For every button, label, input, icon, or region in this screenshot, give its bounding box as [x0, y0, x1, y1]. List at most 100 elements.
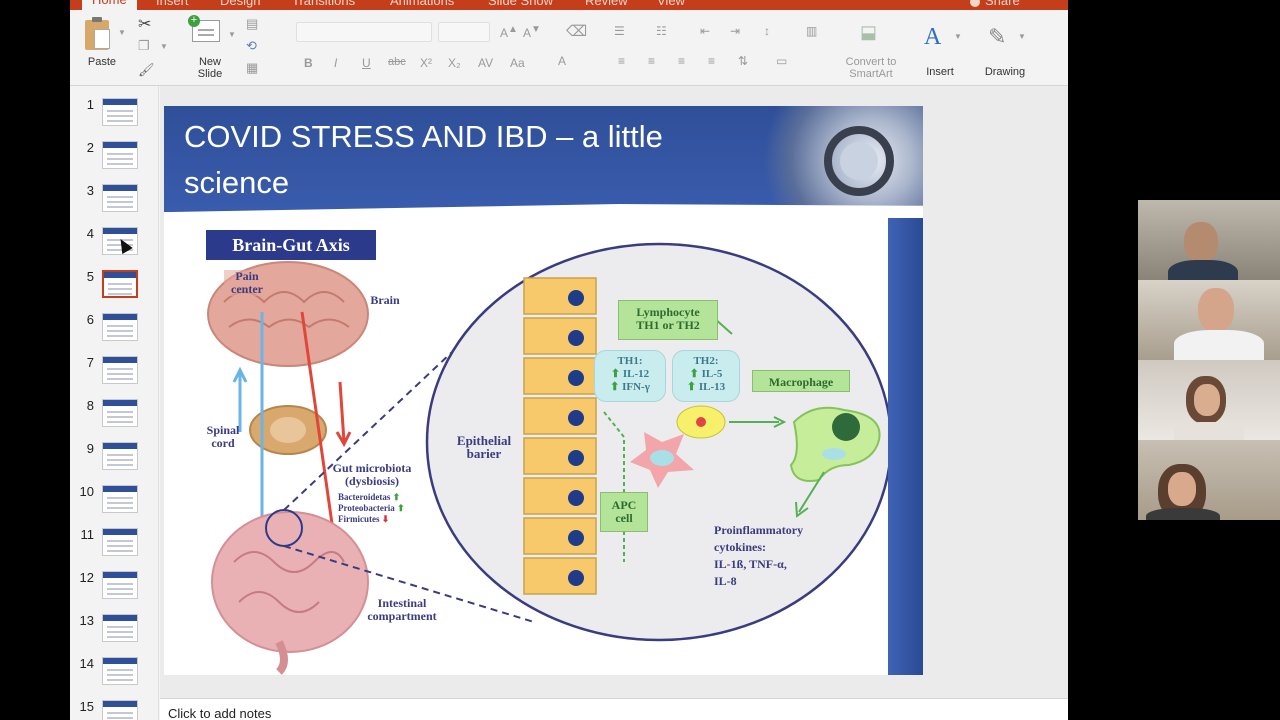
tab-home[interactable]: Home — [82, 0, 137, 10]
superscript-icon[interactable]: X² — [420, 56, 432, 70]
slide-number: 9 — [86, 441, 94, 456]
cut-icon[interactable]: ✂ — [138, 14, 151, 34]
participant-video-4[interactable] — [1138, 440, 1280, 520]
slide-thumbnail-13[interactable] — [102, 614, 138, 642]
new-slide-button[interactable]: + New Slide — [188, 15, 232, 82]
align-center-icon[interactable]: ≡ — [648, 54, 655, 68]
align-right-icon[interactable]: ≡ — [678, 54, 685, 68]
notes-pane[interactable]: Click to add notes — [160, 698, 1068, 720]
text-direction-icon[interactable]: ⇅ — [738, 54, 748, 68]
char-spacing-icon[interactable]: AV — [478, 56, 493, 70]
strikethrough-icon[interactable]: abc — [388, 56, 406, 68]
reset-icon[interactable]: ⟲ — [246, 38, 257, 54]
bold-icon[interactable]: B — [304, 56, 313, 70]
line-spacing-icon[interactable]: ↕ — [764, 24, 770, 38]
columns-icon[interactable]: ▥ — [806, 24, 817, 38]
cell-nucleus — [568, 450, 584, 466]
font-name-dropdown[interactable] — [296, 22, 432, 42]
descending-arrow — [335, 381, 352, 448]
tab-design[interactable]: Design — [220, 0, 260, 8]
bullets-icon[interactable]: ☰ — [614, 24, 625, 38]
underline-icon[interactable]: U — [362, 56, 371, 70]
epithelial-cell — [523, 517, 597, 555]
chevron-down-icon: ▼ — [228, 30, 236, 39]
change-case-icon[interactable]: Aa — [510, 56, 525, 70]
intestinal-compartment-label: Intestinal compartment — [367, 596, 437, 623]
slide-thumbnail-14[interactable] — [102, 657, 138, 685]
slide-thumbnail-9[interactable] — [102, 442, 138, 470]
copy-icon[interactable]: ❐ — [138, 38, 150, 54]
epithelial-cell — [523, 437, 597, 475]
slide-number: 15 — [79, 699, 94, 714]
increase-indent-icon[interactable]: ⇥ — [730, 24, 740, 38]
proinflammatory-label: Proinflammatory cytokines: IL-1ß, TNF-α,… — [714, 523, 804, 588]
slide-title: COVID STRESS AND IBD – a little science — [184, 119, 663, 200]
epithelial-cell — [523, 397, 597, 435]
new-slide-icon: + — [188, 15, 220, 42]
epithelial-cell — [523, 277, 597, 315]
slide-thumbnail-15[interactable] — [102, 700, 138, 720]
decrease-indent-icon[interactable]: ⇤ — [700, 24, 710, 38]
slide-thumbnail-3[interactable] — [102, 184, 138, 212]
th1-box: TH1: ⬆ IL-12 ⬆ IFN-γ — [594, 350, 666, 402]
increase-font-icon[interactable]: A▲ — [500, 24, 518, 40]
gut-microbiota-label: Gut microbiota (dysbiosis) — [332, 461, 412, 488]
slide-number: 14 — [79, 656, 94, 671]
slide-thumbnail-1[interactable] — [102, 98, 138, 126]
font-size-dropdown[interactable] — [438, 22, 490, 42]
tab-animations[interactable]: Animations — [390, 0, 454, 8]
tab-review[interactable]: Review — [585, 0, 628, 8]
cell-nucleus — [568, 530, 584, 546]
tab-slide-show[interactable]: Slide Show — [488, 0, 553, 8]
slide-number: 13 — [79, 613, 94, 628]
section-icon[interactable]: ▦ — [246, 60, 258, 76]
drawing-icon: ✎ — [988, 24, 1007, 49]
slide-thumbnail-panel: 1 2 3 4 5 6 7 8 9 10 11 12 13 14 15 — [70, 86, 159, 720]
layout-icon[interactable]: ▤ — [246, 16, 258, 32]
align-text-icon[interactable]: ▭ — [776, 54, 787, 68]
paste-button[interactable]: Paste — [82, 14, 122, 70]
slide-number: 4 — [86, 226, 94, 241]
participant-video-1[interactable] — [1138, 200, 1280, 280]
lymphocyte-box: Lymphocyte TH1 or TH2 — [618, 300, 718, 340]
participant-video-2[interactable] — [1138, 280, 1280, 360]
clear-format-icon[interactable]: ⌫ — [566, 22, 587, 40]
share-button[interactable]: Share — [970, 0, 1020, 8]
macrophage-box: Macrophage — [752, 370, 850, 392]
format-painter-icon[interactable]: 🖌 — [138, 62, 155, 78]
justify-icon[interactable]: ≡ — [708, 54, 715, 68]
slide-thumbnail-5[interactable] — [102, 270, 138, 298]
cell-nucleus — [568, 370, 584, 386]
font-color-icon[interactable]: A — [558, 54, 566, 68]
slide-thumbnail-12[interactable] — [102, 571, 138, 599]
tab-view[interactable]: View — [657, 0, 685, 8]
italic-icon[interactable]: I — [334, 56, 337, 70]
drawing-button[interactable]: ✎ ▼ Drawing — [982, 20, 1028, 80]
decrease-font-icon[interactable]: A▼ — [523, 24, 541, 40]
slide-thumbnail-6[interactable] — [102, 313, 138, 341]
ribbon-tab-bar: Home Insert Design Transitions Animation… — [70, 0, 1068, 10]
bacteria-list: Bacteroidetas ⬆ Proteobacteria ⬆ Firmicu… — [338, 492, 405, 524]
chevron-down-icon: ▼ — [160, 42, 168, 51]
th2-box: TH2: ⬆ IL-5 ⬆ IL-13 — [672, 350, 740, 402]
slide-number: 11 — [80, 527, 95, 542]
slide-thumbnail-2[interactable] — [102, 141, 138, 169]
tab-insert[interactable]: Insert — [156, 0, 189, 8]
spinal-cord-label: Spinal cord — [206, 423, 240, 450]
align-left-icon[interactable]: ≡ — [618, 54, 625, 68]
insert-shapes-button[interactable]: A ▼ Insert — [920, 20, 962, 80]
participant-video-3[interactable] — [1138, 360, 1280, 440]
cell-nucleus — [568, 290, 584, 306]
epithelial-barrier-label: Epithelial barier — [456, 433, 512, 461]
slide-thumbnail-8[interactable] — [102, 399, 138, 427]
intestine-shape — [211, 511, 369, 653]
numbering-icon[interactable]: ☷ — [656, 24, 667, 38]
slide-thumbnail-10[interactable] — [102, 485, 138, 513]
tab-transitions[interactable]: Transitions — [292, 0, 355, 8]
cell-nucleus — [568, 410, 584, 426]
convert-smartart-button[interactable]: ⬓ Convert to SmartArt — [840, 22, 902, 82]
subscript-icon[interactable]: X₂ — [448, 56, 461, 70]
chevron-down-icon: ▼ — [118, 28, 126, 37]
slide-thumbnail-7[interactable] — [102, 356, 138, 384]
slide-thumbnail-11[interactable] — [102, 528, 138, 556]
